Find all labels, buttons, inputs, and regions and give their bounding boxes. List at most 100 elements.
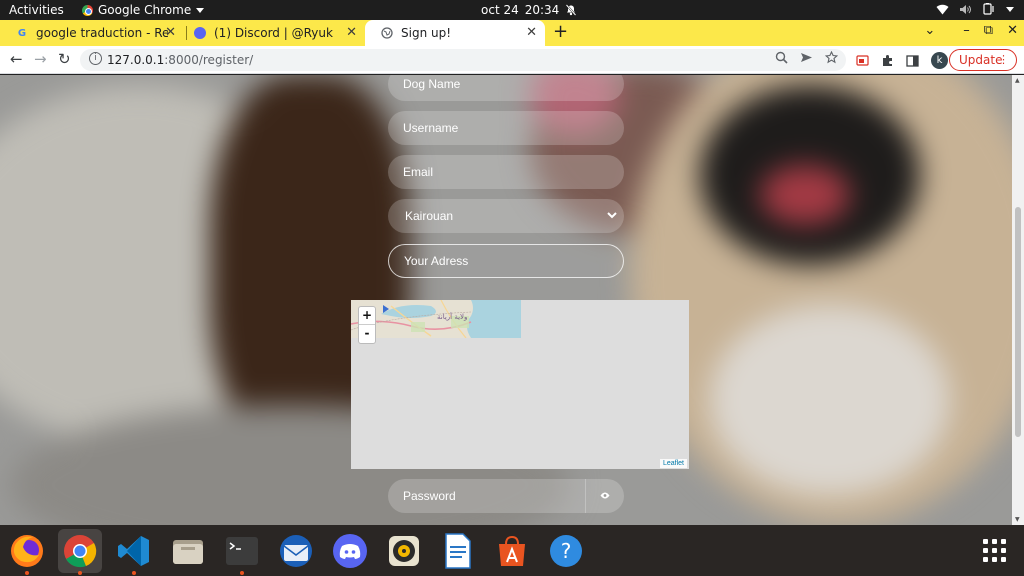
window-controls: ⌄ – ⧉ ✕ <box>924 23 1018 38</box>
tab-strip: G google traduction - Reche ✕ (1) Discor… <box>0 20 1024 46</box>
tab-google-translate[interactable]: G google traduction - Reche ✕ <box>0 20 184 46</box>
chrome-launcher[interactable] <box>58 529 102 575</box>
clock[interactable]: oct 24 20:34 <box>481 3 577 17</box>
close-tab-icon[interactable]: ✕ <box>165 25 176 40</box>
tab-title: google traduction - Reche <box>36 26 168 40</box>
app-center-icon <box>499 535 525 566</box>
bookmark-star-icon[interactable] <box>825 51 838 64</box>
address-input[interactable]: Your Adress <box>388 244 624 278</box>
minimize-icon[interactable]: – <box>963 23 970 38</box>
dog-name-placeholder: Dog Name <box>403 77 461 91</box>
map-place-label: ولاية أريانة <box>437 313 468 321</box>
site-info-icon[interactable]: i <box>89 52 102 65</box>
rhythmbox-icon <box>389 536 419 566</box>
writer-launcher[interactable] <box>436 529 480 573</box>
zoom-magnifier-icon[interactable] <box>775 51 788 64</box>
kebab-menu-icon: ⋮ <box>998 53 1009 66</box>
page-viewport: Dog Name Username Email Kairouan Your Ad… <box>0 75 1024 525</box>
wifi-icon <box>936 4 949 14</box>
rhythmbox-launcher[interactable] <box>382 529 426 573</box>
tab-search-chevron-icon[interactable]: ⌄ <box>924 23 935 38</box>
terminal-launcher[interactable] <box>220 529 264 575</box>
password-divider <box>585 479 586 513</box>
close-tab-icon[interactable]: ✕ <box>346 25 357 40</box>
leaflet-attribution-link[interactable]: Leaflet <box>659 459 687 468</box>
location-map[interactable]: ولاية أريانة + - Leaflet <box>351 300 689 469</box>
files-launcher[interactable] <box>166 529 210 573</box>
password-placeholder: Password <box>403 489 456 503</box>
thunderbird-launcher[interactable] <box>274 529 318 573</box>
browser-toolbar: ← → ↻ i 127.0.0.1:8000/register/ k Updat… <box>0 46 1024 74</box>
globe-icon <box>381 27 393 39</box>
thunderbird-icon <box>280 535 312 567</box>
app-menu-label: Google Chrome <box>98 3 192 17</box>
show-password-eye-icon[interactable] <box>600 492 610 499</box>
address-bar[interactable]: i 127.0.0.1:8000/register/ <box>80 49 846 71</box>
dog-name-input[interactable]: Dog Name <box>388 75 624 101</box>
discord-launcher[interactable] <box>328 529 372 573</box>
app-menu[interactable]: Google Chrome <box>82 3 205 17</box>
city-selected-value: Kairouan <box>405 209 454 223</box>
forward-arrow-icon[interactable]: → <box>34 50 47 68</box>
email-placeholder: Email <box>403 165 434 179</box>
system-tray[interactable] <box>936 3 1014 15</box>
clock-time: 20:34 <box>524 3 560 17</box>
update-button[interactable]: Update ⋮ <box>949 49 1017 71</box>
zoom-in-button[interactable]: + <box>359 307 375 325</box>
tab-title: Sign up! <box>401 26 452 40</box>
password-input[interactable]: Password <box>388 479 624 513</box>
clock-date: oct 24 <box>481 3 519 17</box>
close-tab-icon[interactable]: ✕ <box>526 25 537 40</box>
vscode-icon <box>118 536 149 566</box>
zoom-out-button[interactable]: - <box>359 325 375 343</box>
page-scrollbar[interactable]: ▲ ▼ <box>1012 75 1024 525</box>
map-tile-graphic <box>351 300 521 338</box>
chrome-icon <box>82 4 93 16</box>
url-text: 127.0.0.1:8000/register/ <box>107 53 254 67</box>
send-icon[interactable] <box>800 51 813 64</box>
writer-icon <box>445 533 471 569</box>
username-input[interactable]: Username <box>388 111 624 145</box>
map-tile: ولاية أريانة <box>351 300 521 338</box>
map-zoom-control: + - <box>358 306 376 344</box>
email-input[interactable]: Email <box>388 155 624 189</box>
caret-down-icon <box>196 7 205 13</box>
running-indicator <box>132 571 136 575</box>
scrollbar-thumb[interactable] <box>1015 207 1021 437</box>
help-icon: ? <box>550 535 582 567</box>
show-applications-grid-icon[interactable] <box>983 539 1006 562</box>
extensions-puzzle-icon[interactable] <box>881 54 894 67</box>
firefox-launcher[interactable] <box>5 529 49 575</box>
firefox-icon <box>11 535 43 567</box>
reload-icon[interactable]: ↻ <box>58 50 71 68</box>
help-launcher[interactable]: ? <box>544 529 588 573</box>
back-arrow-icon[interactable]: ← <box>10 50 23 68</box>
scroll-up-arrow-icon[interactable]: ▲ <box>1015 77 1020 84</box>
activities-button[interactable]: Activities <box>9 3 64 17</box>
restore-icon[interactable]: ⧉ <box>984 23 993 38</box>
address-placeholder: Your Adress <box>404 254 469 268</box>
chevron-down-icon <box>607 212 617 219</box>
notifications-off-icon <box>566 4 577 16</box>
username-placeholder: Username <box>403 121 459 135</box>
profile-avatar[interactable]: k <box>931 52 948 69</box>
app-center-launcher[interactable] <box>490 529 534 573</box>
tab-discord[interactable]: (1) Discord | @Ryuk ✕ <box>178 20 365 46</box>
close-window-icon[interactable]: ✕ <box>1007 23 1018 38</box>
taskbar-dock: ? <box>0 525 1024 576</box>
update-label: Update <box>959 53 1003 67</box>
system-top-bar: Activities Google Chrome oct 24 20:34 <box>0 0 1024 20</box>
scroll-down-arrow-icon[interactable]: ▼ <box>1015 516 1020 523</box>
running-indicator <box>78 571 82 575</box>
new-tab-plus-icon[interactable]: + <box>553 21 568 42</box>
chrome-icon <box>64 535 97 568</box>
side-panel-icon[interactable] <box>906 54 919 67</box>
city-select[interactable]: Kairouan <box>388 199 624 233</box>
battery-icon <box>983 3 994 15</box>
cast-icon[interactable] <box>856 54 869 67</box>
vscode-launcher[interactable] <box>112 529 156 575</box>
discord-icon <box>194 27 206 39</box>
extensions-area: k <box>856 52 948 69</box>
tab-sign-up[interactable]: Sign up! ✕ <box>365 20 545 46</box>
svg-text:?: ? <box>561 539 572 563</box>
